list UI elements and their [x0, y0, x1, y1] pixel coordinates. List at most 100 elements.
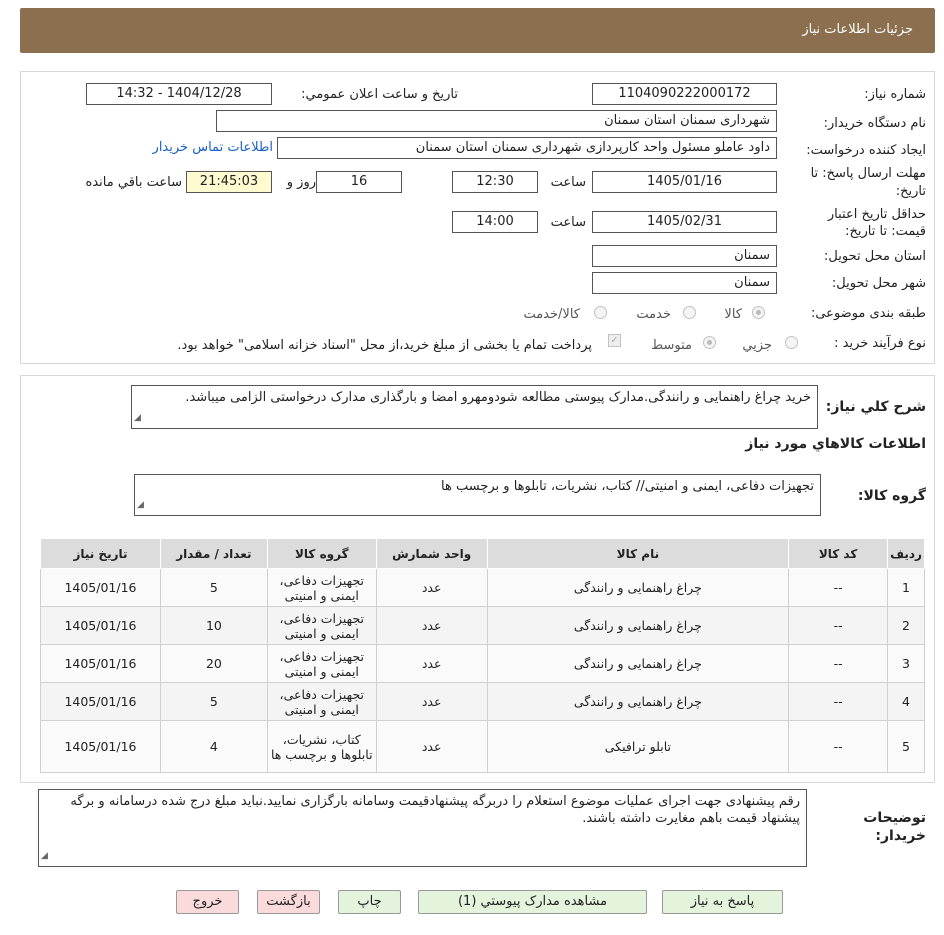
deadline-date-field: 1405/01/16 [592, 171, 777, 193]
validity-label-2: قيمت: تا تاريخ: [845, 224, 926, 239]
process-label: نوع فرآيند خريد : [834, 336, 926, 351]
category-goods-service-label: کالا/خدمت [523, 307, 580, 322]
city-label: شهر محل تحويل: [831, 276, 926, 291]
deadline-time-label: ساعت [550, 175, 586, 190]
process-medium-label: متوسط [651, 338, 692, 353]
cell-code: -- [788, 682, 889, 721]
resize-grip-icon[interactable]: ◢ [134, 410, 141, 427]
resize-grip-icon[interactable]: ◢ [137, 497, 144, 514]
page-title: جزئیات اطلاعات نیاز [802, 22, 913, 37]
need-number-label: شماره نیاز: [864, 87, 926, 102]
deadline-label-1: مهلت ارسال پاسخ: تا [810, 166, 926, 181]
cell-code: -- [788, 720, 889, 773]
remaining-time-label: ساعت باقي مانده [85, 175, 182, 190]
cell-row-number: 3 [887, 644, 925, 683]
table-header-row: رديف کد کالا نام کالا واحد شمارش گروه کا… [40, 538, 925, 569]
buyer-notes-field: رقم پیشنهادی جهت اجرای عملیات موضوع استع… [38, 789, 807, 867]
cell-unit: عدد [375, 644, 488, 683]
col-header-group: گروه کالا [266, 538, 377, 569]
cell-row-number: 1 [887, 568, 925, 607]
buyer-label: نام دستگاه خريدار: [823, 116, 926, 131]
category-goods-label: کالا [724, 307, 742, 322]
goods-group-field: تجهیزات دفاعی، ایمنی و امنیتی// کتاب، نش… [134, 474, 821, 516]
cell-group: تجهیزات دفاعی، ایمنی و امنیتی [266, 682, 377, 721]
category-goods-radio[interactable] [752, 306, 765, 319]
view-attachments-button[interactable]: مشاهده مدارک پيوستي (1) [418, 890, 647, 914]
back-button[interactable]: بازگشت [257, 890, 320, 914]
cell-date: 1405/01/16 [40, 568, 161, 607]
category-label: طبقه بندی موضوعی: [810, 306, 926, 321]
cell-quantity: 5 [159, 568, 268, 607]
category-goods-service-radio[interactable] [594, 306, 607, 319]
cell-row-number: 2 [887, 606, 925, 645]
description-text: خرید چراغ راهنمایی و رانندگی.مدارک پیوست… [185, 390, 811, 405]
cell-group: تجهیزات دفاعی، ایمنی و امنیتی [266, 606, 377, 645]
announce-label: تاریخ و ساعت اعلان عمومي: [301, 87, 458, 102]
exit-button[interactable]: خروج [176, 890, 239, 914]
cell-unit: عدد [375, 720, 488, 773]
requester-field: داود عاملو مسئول واحد کارپردازی شهرداری … [277, 137, 777, 159]
cell-row-number: 4 [887, 682, 925, 721]
cell-group: تجهیزات دفاعی، ایمنی و امنیتی [266, 568, 377, 607]
validity-time-label: ساعت [550, 215, 586, 230]
description-label: شرح کلي نياز: [825, 399, 926, 415]
deadline-label-2: تاریخ: [895, 184, 926, 199]
col-header-date: تاریخ نیاز [40, 538, 161, 569]
cell-name: چراغ راهنمایی و رانندگی [486, 682, 790, 721]
col-header-quantity: تعداد / مقدار [159, 538, 268, 569]
days-label: روز و [286, 175, 316, 190]
table-row: 1 -- چراغ راهنمایی و رانندگی عدد تجهیزات… [40, 568, 925, 607]
need-number-field: 1104090222000172 [592, 83, 777, 105]
province-label: استان محل تحويل: [824, 249, 926, 264]
cell-unit: عدد [375, 606, 488, 645]
announce-field: 1404/12/28 - 14:32 [86, 83, 272, 105]
deadline-time-field: 12:30 [452, 171, 538, 193]
cell-quantity: 20 [159, 644, 268, 683]
cell-group: کتاب، نشریات، تابلوها و برچسب ها [266, 720, 377, 773]
cell-group: تجهیزات دفاعی، ایمنی و امنیتی [266, 644, 377, 683]
page-header: جزئیات اطلاعات نیاز [20, 8, 935, 53]
process-minor-label: جزيي [742, 338, 772, 353]
province-field: سمنان [592, 245, 777, 267]
buyer-notes-text: رقم پیشنهادی جهت اجرای عملیات موضوع استع… [70, 794, 800, 826]
treasury-payment-checkbox[interactable]: ✓ [608, 334, 621, 347]
buyer-field: شهرداری سمنان استان سمنان [216, 110, 777, 132]
cell-unit: عدد [375, 682, 488, 721]
cell-name: چراغ راهنمایی و رانندگی [486, 568, 790, 607]
table-row: 2 -- چراغ راهنمایی و رانندگی عدد تجهیزات… [40, 606, 925, 645]
goods-group-text: تجهیزات دفاعی، ایمنی و امنیتی// کتاب، نش… [441, 479, 814, 494]
table-row: 3 -- چراغ راهنمایی و رانندگی عدد تجهیزات… [40, 644, 925, 683]
cell-code: -- [788, 568, 889, 607]
col-header-code: کد کالا [788, 538, 889, 569]
cell-name: چراغ راهنمایی و رانندگی [486, 644, 790, 683]
process-minor-radio[interactable] [785, 336, 798, 349]
cell-code: -- [788, 644, 889, 683]
cell-date: 1405/01/16 [40, 720, 161, 773]
cell-row-number: 5 [887, 720, 925, 773]
validity-date-field: 1405/02/31 [592, 211, 777, 233]
requester-label: ايجاد کننده درخواست: [806, 143, 926, 158]
table-row: 5 -- تابلو ترافیکی عدد کتاب، نشریات، تاب… [40, 720, 925, 773]
buyer-notes-label-1: توضيحات [863, 810, 926, 826]
category-service-label: خدمت [636, 307, 671, 322]
print-button[interactable]: چاپ [338, 890, 401, 914]
validity-label-1: حداقل تاريخ اعتبار [827, 207, 926, 222]
col-header-name: نام کالا [486, 538, 790, 569]
validity-time-field: 14:00 [452, 211, 538, 233]
remaining-time-field: 21:45:03 [186, 171, 272, 193]
resize-grip-icon[interactable]: ◢ [41, 848, 48, 865]
city-field: سمنان [592, 272, 777, 294]
cell-code: -- [788, 606, 889, 645]
process-medium-radio[interactable] [703, 336, 716, 349]
items-table: رديف کد کالا نام کالا واحد شمارش گروه کا… [40, 538, 925, 773]
cell-quantity: 5 [159, 682, 268, 721]
category-service-radio[interactable] [683, 306, 696, 319]
col-header-unit: واحد شمارش [375, 538, 488, 569]
days-remaining-field: 16 [316, 171, 402, 193]
treasury-payment-note: پرداخت تمام یا بخشی از مبلغ خرید،از محل … [177, 338, 592, 353]
buyer-contact-link[interactable]: اطلاعات تماس خريدار [153, 140, 273, 155]
col-header-row-number: رديف [887, 538, 925, 569]
cell-quantity: 4 [159, 720, 268, 773]
description-field: خرید چراغ راهنمایی و رانندگی.مدارک پیوست… [131, 385, 818, 429]
reply-button[interactable]: پاسخ به نياز [662, 890, 783, 914]
